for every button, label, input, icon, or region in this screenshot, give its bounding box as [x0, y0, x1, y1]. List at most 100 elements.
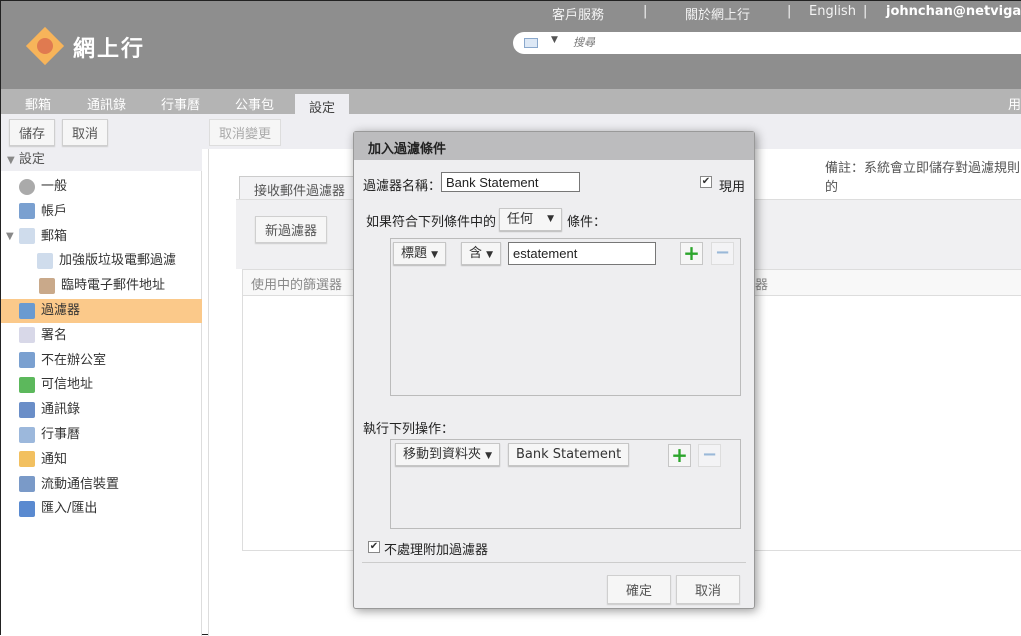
- tab-calendar[interactable]: 行事曆: [161, 94, 200, 113]
- separator: |: [863, 4, 868, 19]
- shield-icon: [19, 376, 35, 393]
- actions-box: 移動到資料夾 ▼ Bank Statement + −: [390, 439, 741, 529]
- chevron-down-icon[interactable]: ▼: [551, 35, 558, 45]
- search-bar[interactable]: ▼: [513, 32, 1021, 54]
- chevron-down-icon[interactable]: ▼: [6, 225, 14, 249]
- save-button[interactable]: 儲存: [9, 119, 56, 146]
- remove-condition-icon[interactable]: −: [711, 242, 734, 265]
- chevron-down-icon: ▼: [431, 250, 439, 260]
- chevron-down-icon: ▼: [547, 214, 554, 224]
- main-tabs: 郵箱 通訊錄 行事曆 公事包 設定 用: [1, 89, 1021, 116]
- gear-icon: [19, 178, 35, 195]
- sidebar-item[interactable]: 臨時電子郵件地址: [1, 274, 202, 298]
- dialog-cancel-button[interactable]: 取消: [676, 575, 740, 604]
- search-input[interactable]: [573, 34, 993, 52]
- filter-name-label: 過濾器名稱：: [363, 179, 442, 194]
- sidebar-header[interactable]: ▼ 設定: [1, 149, 202, 171]
- match-dropdown[interactable]: 任何 ▼: [499, 208, 562, 231]
- column-header-truncated: 器: [755, 278, 769, 293]
- add-action-icon[interactable]: +: [668, 444, 691, 467]
- actions-label: 執行下列操作：: [363, 422, 455, 437]
- sidebar-item[interactable]: 通知: [1, 448, 202, 472]
- out-of-office-icon: [19, 352, 35, 369]
- calendar-icon: [19, 426, 35, 443]
- add-condition-icon[interactable]: +: [680, 242, 703, 265]
- sidebar-item[interactable]: 行事曆: [1, 423, 202, 447]
- remove-action-icon[interactable]: −: [698, 444, 721, 467]
- ok-button[interactable]: 確定: [607, 575, 671, 604]
- chevron-down-icon: ▼: [7, 155, 15, 166]
- separator: |: [643, 4, 648, 19]
- dialog-title: 加入過濾條件: [354, 132, 754, 160]
- mobile-icon: [19, 476, 35, 493]
- link-about[interactable]: 關於網上行: [685, 4, 750, 23]
- sidebar-item-label: 加強版垃圾電郵過濾: [59, 253, 177, 269]
- skip-filters-label: 不處理附加過濾器: [384, 543, 489, 558]
- sidebar-item[interactable]: 署名: [1, 324, 202, 348]
- undo-changes-button[interactable]: 取消變更: [209, 119, 282, 146]
- sidebar-item-label: 郵箱: [41, 228, 68, 244]
- folder-select-button[interactable]: Bank Statement: [508, 443, 630, 466]
- condition-value-input[interactable]: [508, 242, 656, 265]
- signature-icon: [19, 327, 35, 344]
- account-icon: [19, 203, 35, 220]
- sidebar-item-label: 行事曆: [41, 427, 81, 442]
- tab-contacts[interactable]: 通訊錄: [87, 94, 126, 113]
- mail-icon: [19, 228, 35, 245]
- sidebar: ▼ 設定 一般帳戶 ▼ 郵箱加強版垃圾電郵過濾 臨時電子郵件地址過濾器署名不在辦公室可…: [1, 149, 202, 636]
- sidebar-item-label: 帳戶: [41, 203, 68, 219]
- sidebar-item-label: 不在辦公室: [41, 352, 107, 368]
- link-english[interactable]: English: [809, 4, 856, 19]
- sidebar-item-label: 匯入/匯出: [41, 501, 98, 517]
- sidebar-item-label: 可信地址: [41, 377, 94, 393]
- sidebar-item-label: 一般: [41, 179, 68, 194]
- sidebar-item[interactable]: 不在辦公室: [1, 349, 202, 373]
- field-dropdown[interactable]: 標題 ▼: [393, 242, 447, 265]
- chevron-down-icon: ▼: [486, 250, 494, 260]
- tab-right-truncated[interactable]: 用: [1008, 94, 1021, 113]
- cancel-button[interactable]: 取消: [62, 119, 109, 146]
- user-account[interactable]: johnchan@netvigato: [886, 4, 1021, 19]
- sidebar-item-label: 臨時電子郵件地址: [61, 278, 166, 294]
- tab-mailbox[interactable]: 郵箱: [25, 94, 51, 113]
- sidebar-item[interactable]: 加強版垃圾電郵過濾: [1, 249, 202, 273]
- active-checkbox[interactable]: ✔: [700, 176, 712, 188]
- add-filter-dialog: 加入過濾條件 過濾器名稱： ✔ 現用 如果符合下列條件中的 任何▼ 條件： 標題…: [353, 131, 755, 609]
- logo-center: [37, 38, 53, 54]
- sidebar-item-label: 署名: [41, 327, 68, 343]
- tab-settings[interactable]: 設定: [295, 94, 350, 116]
- link-customer-service[interactable]: 客戶服務: [552, 4, 604, 23]
- skip-filters-checkbox[interactable]: ✔: [368, 541, 380, 553]
- sidebar-item-label: 通知: [41, 451, 68, 467]
- action-dropdown[interactable]: 移動到資料夾 ▼: [395, 443, 501, 466]
- conditions-box: 標題 ▼ 含 ▼ + −: [390, 238, 741, 396]
- bell-icon: [19, 451, 35, 468]
- condition-prefix: 如果符合下列條件中的: [366, 215, 497, 230]
- trash-icon: [39, 277, 55, 294]
- sidebar-item[interactable]: 流動通信裝置: [1, 473, 202, 497]
- sidebar-item[interactable]: ▼ 郵箱: [1, 225, 202, 249]
- note-text: 備註：系統會立即儲存對過濾規則的: [825, 161, 1021, 195]
- sidebar-item-label: 過濾器: [41, 303, 81, 318]
- sidebar-item[interactable]: 匯入/匯出: [1, 497, 202, 521]
- sidebar-item-label: 流動通信裝置: [41, 476, 120, 492]
- sidebar-item[interactable]: 一般: [1, 175, 202, 199]
- divider: [362, 562, 746, 563]
- active-label: 現用: [719, 180, 746, 195]
- filter-icon: [19, 302, 35, 319]
- tab-briefcase[interactable]: 公事包: [235, 94, 274, 113]
- sidebar-item[interactable]: 過濾器: [1, 299, 202, 323]
- filter-name-input[interactable]: [441, 172, 580, 192]
- contact-icon: [19, 401, 35, 418]
- header: 網上行 客戶服務 | 關於網上行 | English | johnchan@ne…: [1, 1, 1021, 89]
- sidebar-item[interactable]: 帳戶: [1, 200, 202, 224]
- new-filter-button[interactable]: 新過濾器: [255, 216, 328, 243]
- sidebar-item-label: 通訊錄: [41, 402, 81, 418]
- separator: |: [787, 4, 792, 19]
- sidebar-item[interactable]: 可信地址: [1, 373, 202, 397]
- mail-icon[interactable]: [524, 38, 538, 48]
- sidebar-header-label: 設定: [18, 152, 45, 167]
- operator-dropdown[interactable]: 含 ▼: [461, 242, 502, 265]
- import-export-icon: [19, 500, 35, 517]
- sidebar-item[interactable]: 通訊錄: [1, 398, 202, 422]
